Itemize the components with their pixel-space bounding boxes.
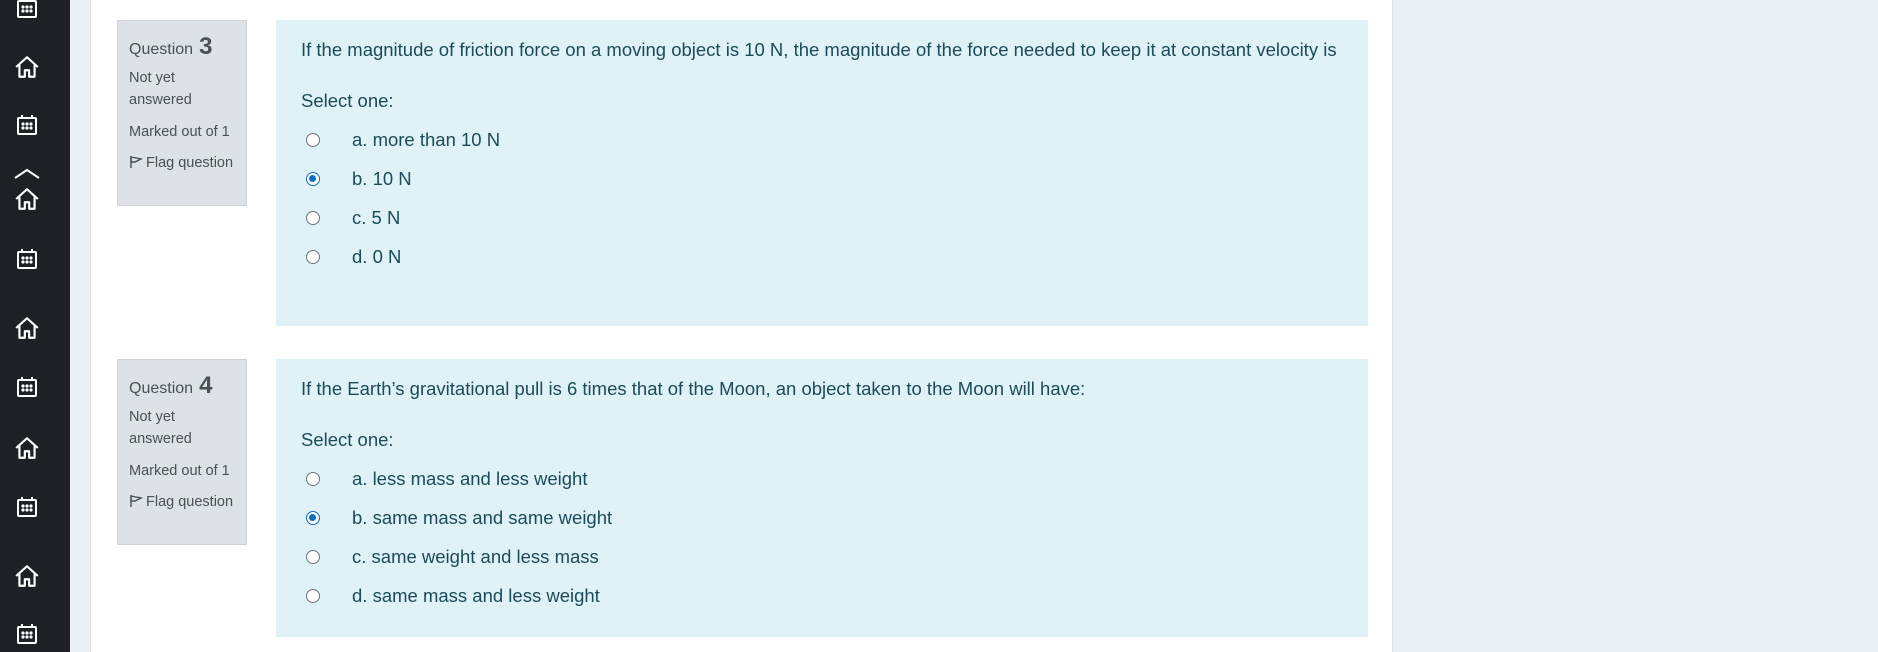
answer-option[interactable]: a. less mass and less weight <box>301 459 1343 498</box>
option-label: d. 0 N <box>352 245 402 267</box>
radio-button[interactable] <box>306 132 320 147</box>
radio-button[interactable] <box>306 210 320 225</box>
option-label: c. same weight and less mass <box>352 545 599 567</box>
answer-option[interactable]: b. 10 N <box>301 159 1343 198</box>
answer-options: a. more than 10 N b. 10 N c. 5 N d. 0 N <box>301 120 1343 276</box>
question-text: If the magnitude of friction force on a … <box>301 39 1337 60</box>
left-nav-drawer <box>0 0 70 652</box>
answer-option[interactable]: d. 0 N <box>301 237 1343 276</box>
question-state: Not yet answered <box>129 409 192 447</box>
question-grade: Marked out of 1 <box>129 462 230 479</box>
question-label: Question <box>129 380 194 397</box>
option-label: a. less mass and less weight <box>352 467 588 489</box>
calendar-icon[interactable] <box>13 373 41 401</box>
question-info-4: Question 4 Not yet answered Marked out o… <box>117 359 247 545</box>
option-label: b. same mass and same weight <box>352 506 613 528</box>
question-state: Not yet answered <box>129 70 192 108</box>
radio-button-selected[interactable] <box>306 510 320 525</box>
question-content-3: If the magnitude of friction force on a … <box>276 20 1368 326</box>
question-info-3: Question 3 Not yet answered Marked out o… <box>117 20 247 206</box>
radio-button[interactable] <box>306 471 320 486</box>
flag-question-label: Flag question <box>146 155 234 172</box>
question-label: Question <box>129 41 194 58</box>
option-label: b. 10 N <box>352 167 412 189</box>
home-icon[interactable] <box>13 562 41 590</box>
option-label: d. same mass and less weight <box>352 584 600 606</box>
calendar-icon[interactable] <box>13 111 41 139</box>
radio-button[interactable] <box>306 588 320 603</box>
flag-icon <box>130 156 144 169</box>
answer-option[interactable]: d. same mass and less weight <box>301 576 1343 615</box>
answer-options: a. less mass and less weight b. same mas… <box>301 459 1343 615</box>
question-number: Question 4 <box>129 368 235 404</box>
question-grade: Marked out of 1 <box>129 123 230 140</box>
flag-icon <box>130 495 144 508</box>
question-text: If the Earth’s gravitational pull is 6 t… <box>301 378 1086 399</box>
option-label: c. 5 N <box>352 206 401 228</box>
home-icon[interactable] <box>13 434 41 462</box>
home-icon[interactable] <box>13 185 41 213</box>
radio-button[interactable] <box>306 249 320 264</box>
calendar-icon[interactable] <box>13 245 41 273</box>
page-background-right <box>1394 0 1878 652</box>
select-one-prompt: Select one: <box>301 90 394 111</box>
flag-question-label: Flag question <box>146 494 234 511</box>
radio-button-selected[interactable] <box>306 171 320 186</box>
home-icon[interactable] <box>13 314 41 342</box>
question-content-4: If the Earth’s gravitational pull is 6 t… <box>276 359 1368 637</box>
answer-option[interactable]: c. 5 N <box>301 198 1343 237</box>
answer-option[interactable]: b. same mass and same weight <box>301 498 1343 537</box>
answer-option[interactable]: a. more than 10 N <box>301 120 1343 159</box>
flag-question-button[interactable]: Flag question <box>129 153 235 175</box>
flag-question-button[interactable]: Flag question <box>129 492 235 514</box>
calendar-icon[interactable] <box>13 0 41 22</box>
question-number-value: 4 <box>199 372 213 399</box>
calendar-icon[interactable] <box>13 493 41 521</box>
radio-button[interactable] <box>306 549 320 564</box>
question-number-value: 3 <box>199 33 213 60</box>
home-icon[interactable] <box>13 53 41 81</box>
select-one-prompt: Select one: <box>301 429 394 450</box>
chevron-up-icon[interactable] <box>13 163 41 183</box>
question-number: Question 3 <box>129 29 235 65</box>
calendar-icon[interactable] <box>13 620 41 648</box>
option-label: a. more than 10 N <box>352 128 501 150</box>
answer-option[interactable]: c. same weight and less mass <box>301 537 1343 576</box>
